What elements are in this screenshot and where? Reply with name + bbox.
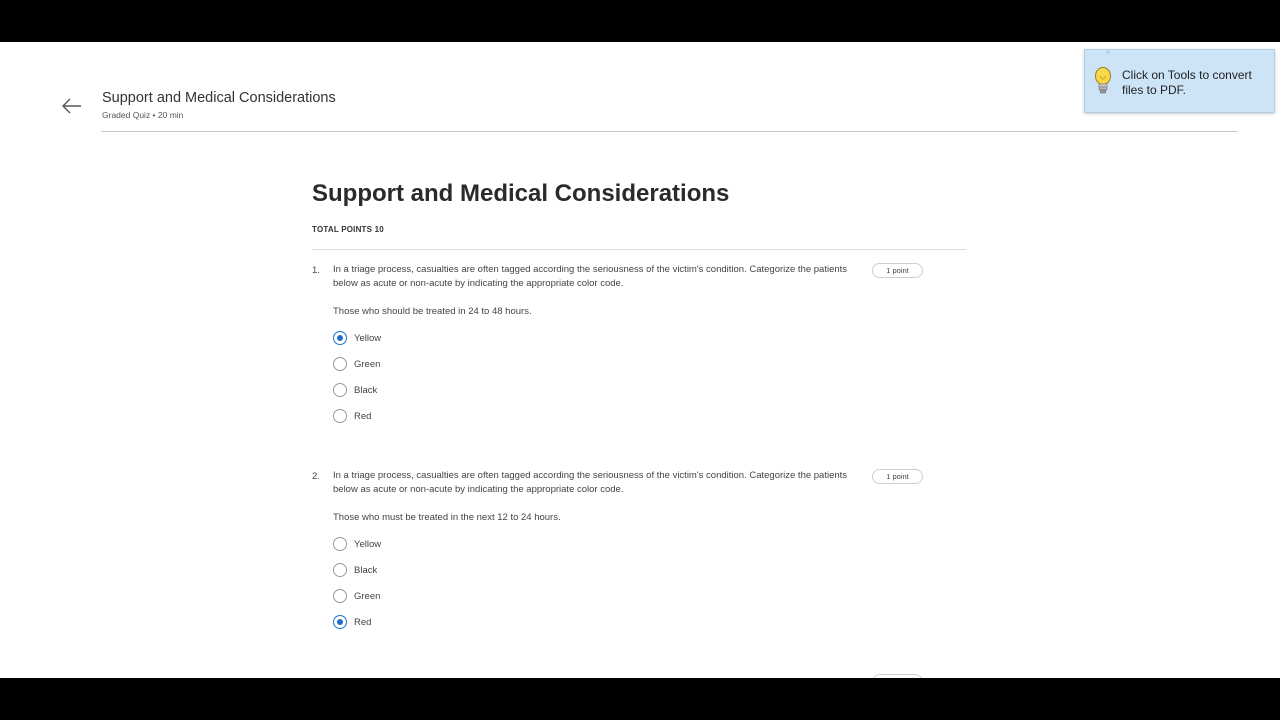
option-label: Yellow <box>354 538 382 550</box>
radio-button[interactable] <box>333 589 347 603</box>
radio-button[interactable] <box>333 331 347 345</box>
question-number: 1. <box>312 265 320 276</box>
caret-up-icon: ^ <box>1106 50 1111 61</box>
option-green[interactable]: Green <box>333 356 380 372</box>
radio-button[interactable] <box>333 409 347 423</box>
option-green[interactable]: Green <box>333 588 380 604</box>
radio-button[interactable] <box>333 357 347 371</box>
option-yellow[interactable]: Yellow <box>333 330 381 346</box>
question-number: 2. <box>312 471 320 482</box>
arrow-left-icon <box>62 98 81 114</box>
question-prompt: Those who should be treated in 24 to 48 … <box>333 306 532 317</box>
back-button[interactable] <box>60 94 84 118</box>
points-badge: 1 point <box>872 469 923 484</box>
radio-button[interactable] <box>333 383 347 397</box>
option-red[interactable]: Red <box>333 408 371 424</box>
question-prompt: Those who must be treated in the next 12… <box>333 512 561 523</box>
letterbox-bottom <box>0 678 1280 720</box>
option-label: Red <box>354 616 372 628</box>
option-label: Green <box>354 590 381 602</box>
option-label: Green <box>354 358 381 370</box>
option-red[interactable]: Red <box>333 614 371 630</box>
lightbulb-icon <box>1095 67 1111 94</box>
notification-message: Click on Tools to convert files to PDF. <box>1122 68 1252 97</box>
radio-button[interactable] <box>333 563 347 577</box>
option-black[interactable]: Black <box>333 382 377 398</box>
option-label: Black <box>354 564 378 576</box>
option-yellow[interactable]: Yellow <box>333 536 381 552</box>
question-text: In a triage process, casualties are ofte… <box>333 264 848 289</box>
question-text: In a triage process, casualties are ofte… <box>333 470 848 495</box>
option-black[interactable]: Black <box>333 562 377 578</box>
total-points: TOTAL POINTS 10 <box>312 225 384 234</box>
option-label: Yellow <box>354 332 382 344</box>
radio-button[interactable] <box>333 615 347 629</box>
letterbox-top <box>0 0 1280 42</box>
quiz-title: Support and Medical Considerations <box>312 180 730 207</box>
header-subtitle: Graded Quiz • 20 min <box>102 110 184 120</box>
points-badge: 1 point <box>872 263 923 278</box>
option-label: Black <box>354 384 378 396</box>
header-title: Support and Medical Considerations <box>102 90 336 106</box>
header-divider <box>101 131 1238 132</box>
quiz-page: Support and Medical Considerations Grade… <box>0 42 1280 678</box>
option-label: Red <box>354 410 372 422</box>
content-divider <box>312 249 966 250</box>
radio-button[interactable] <box>333 537 347 551</box>
